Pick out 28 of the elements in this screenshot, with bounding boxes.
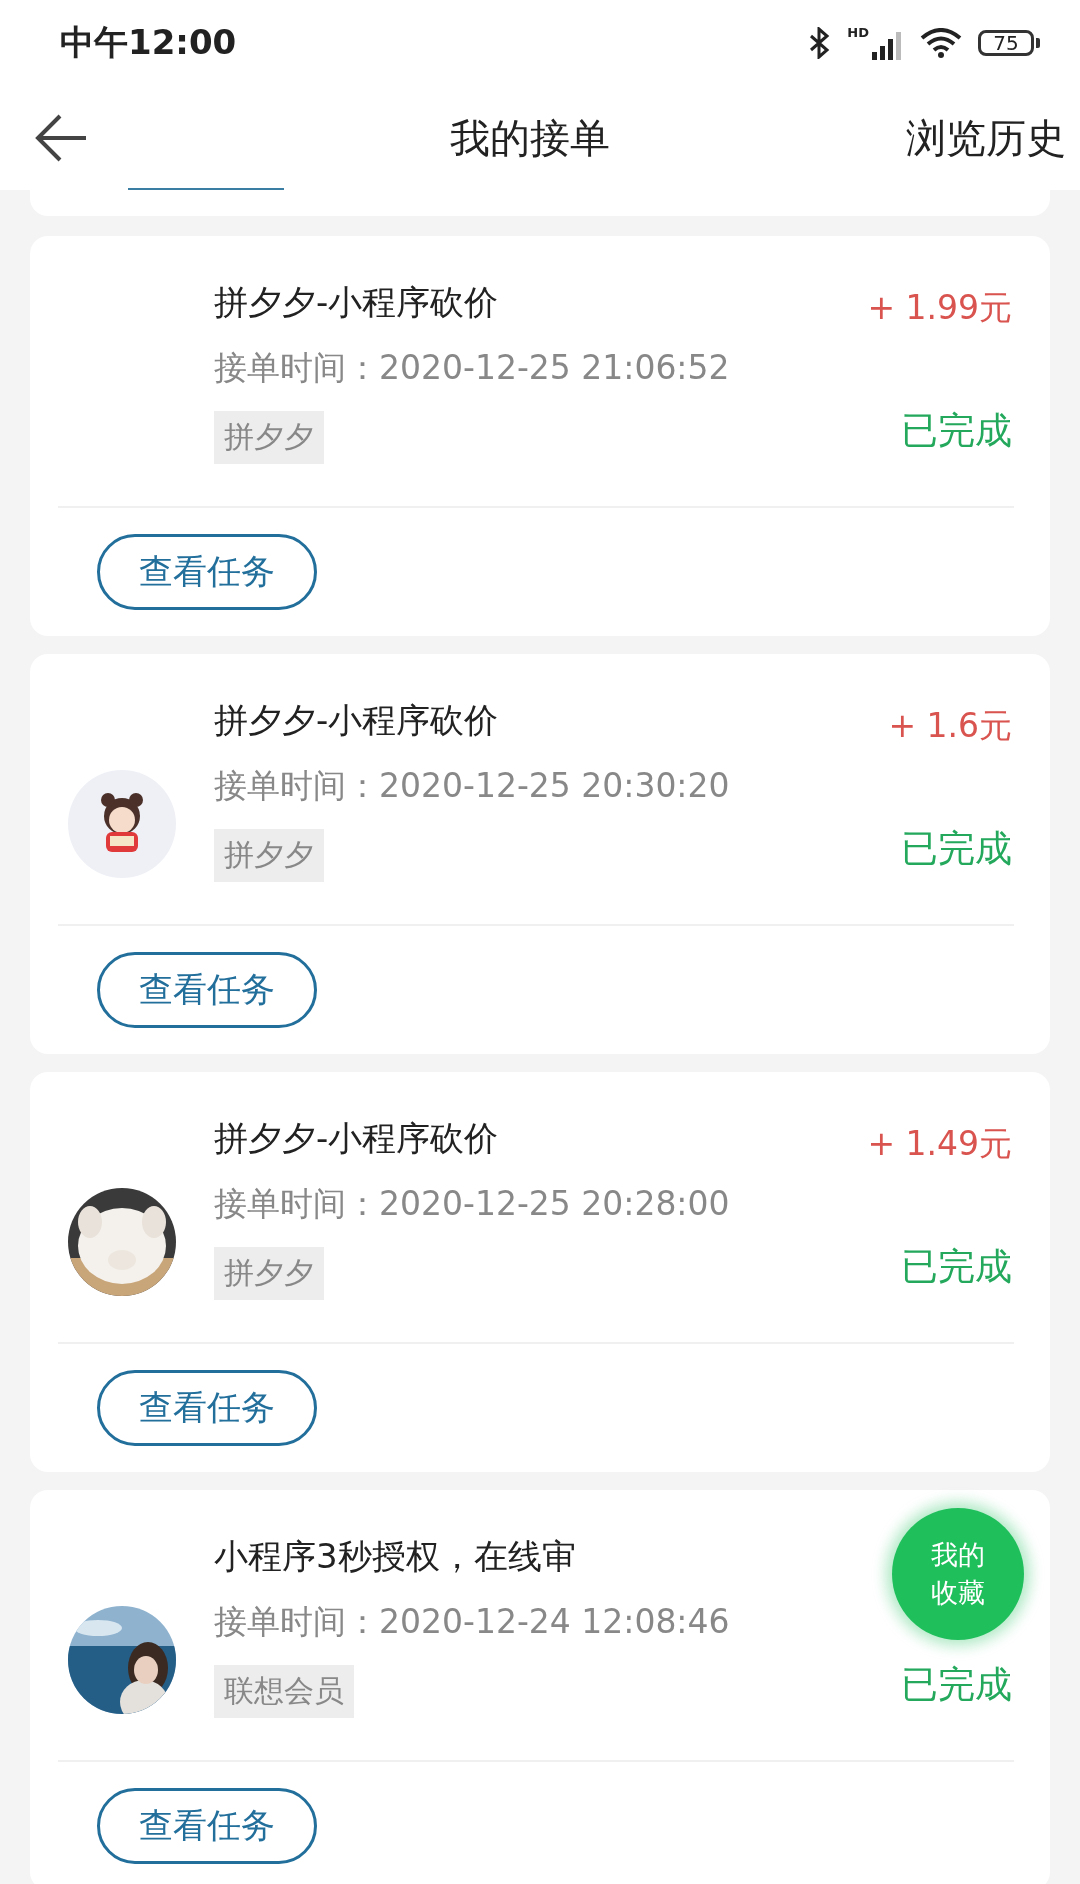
platform-tag: 拼夕夕 <box>214 411 324 464</box>
order-time: 接单时间：2020-12-24 12:08:46 <box>214 1601 731 1643</box>
reward-amount: + 1.6元 <box>888 705 1012 744</box>
task-title: 拼夕夕-小程序砍价 <box>214 1117 500 1160</box>
status-label: 已完成 <box>901 1662 1012 1708</box>
bluetooth-icon <box>809 27 832 59</box>
task-title: 小程序3秒授权，在线审 <box>214 1535 577 1578</box>
status-label: 已完成 <box>901 408 1012 454</box>
page-title: 我的接单 <box>449 113 611 163</box>
view-task-button[interactable]: 查看任务 <box>97 952 317 1028</box>
reward-amount: + 1.99元 <box>867 287 1012 326</box>
view-task-button[interactable]: 查看任务 <box>97 1788 317 1864</box>
clock: 中午12:00 <box>60 21 237 64</box>
platform-tag: 拼夕夕 <box>214 1247 324 1300</box>
view-task-button[interactable]: 查看任务 <box>97 1370 317 1446</box>
history-link[interactable]: 浏览历史 <box>906 110 1066 166</box>
order-time: 接单时间：2020-12-25 20:28:00 <box>214 1183 731 1225</box>
task-title: 拼夕夕-小程序砍价 <box>214 281 500 324</box>
task-title: 拼夕夕-小程序砍价 <box>214 699 500 742</box>
order-time: 接单时间：2020-12-25 21:06:52 <box>214 347 731 389</box>
reward-amount: + 1.49元 <box>867 1123 1012 1162</box>
status-label: 已完成 <box>901 1244 1012 1290</box>
wifi-icon <box>920 28 962 58</box>
status-label: 已完成 <box>901 826 1012 872</box>
platform-tag: 联想会员 <box>214 1665 354 1718</box>
order-time: 接单时间：2020-12-25 20:30:20 <box>214 765 731 807</box>
platform-tag: 拼夕夕 <box>214 829 324 882</box>
view-task-button[interactable]: 查看任务 <box>97 534 317 610</box>
